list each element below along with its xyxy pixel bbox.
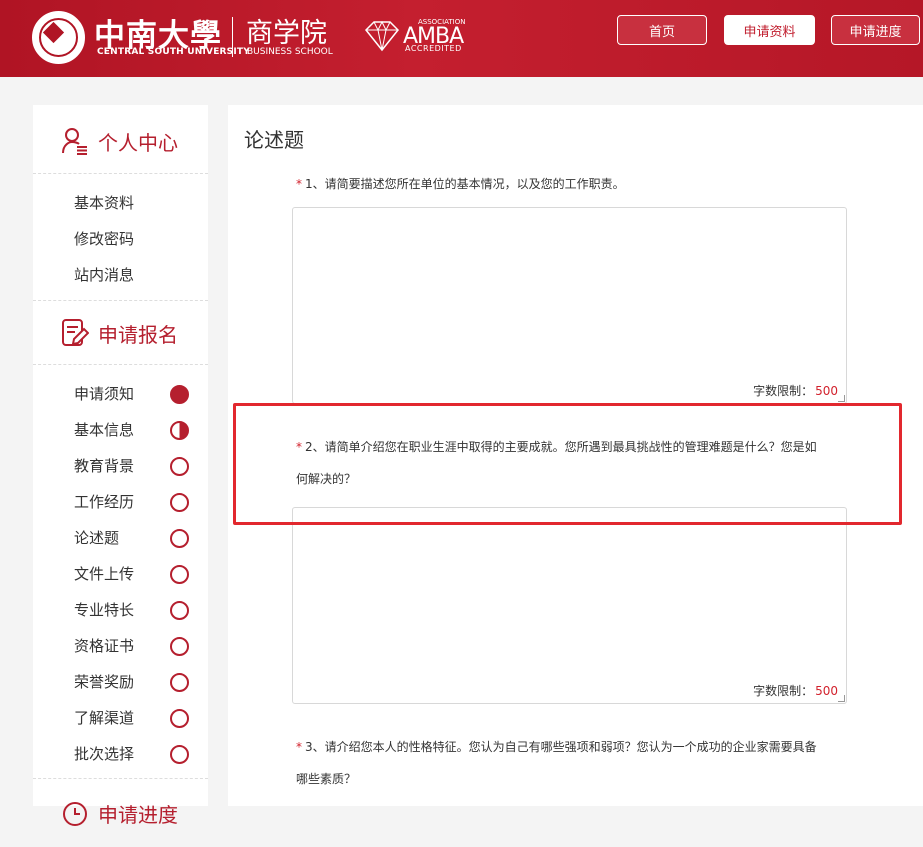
status-empty-icon	[170, 493, 189, 512]
status-empty-icon	[170, 565, 189, 584]
sidebar-item-specialty[interactable]: 专业特长	[74, 599, 134, 620]
university-seal-logo	[32, 11, 85, 64]
form-edit-icon	[62, 319, 89, 346]
nav-progress-button[interactable]: 申请进度	[831, 15, 920, 45]
required-mark: *	[296, 440, 302, 454]
sidebar-section-progress: 申请进度	[33, 779, 208, 847]
sidebar-item-application-notice[interactable]: 申请须知	[74, 383, 134, 404]
clock-progress-icon	[63, 802, 87, 826]
divider	[33, 173, 208, 174]
status-empty-icon	[170, 673, 189, 692]
resize-handle[interactable]	[838, 695, 845, 702]
nav-home-button[interactable]: 首页	[617, 15, 707, 45]
question-3-label: * 3、请介绍您本人的性格特征。您认为自己有哪些强项和弱项？您认为一个成功的企业家…	[296, 740, 817, 786]
sidebar-item-basic-profile[interactable]: 基本资料	[74, 192, 134, 213]
status-partial-icon	[170, 421, 189, 440]
sidebar-personal-title: 个人中心	[98, 130, 178, 155]
resize-handle[interactable]	[838, 395, 845, 402]
required-mark: *	[296, 177, 302, 191]
site-header: 中南大學 CENTRAL SOUTH UNIVERSITY 商学院 BUSINE…	[0, 0, 923, 77]
question-2-answer-box[interactable]: 字数限制： 500	[292, 507, 847, 704]
sidebar-apply-title: 申请报名	[98, 322, 178, 347]
sidebar-item-channels[interactable]: 了解渠道	[74, 707, 134, 728]
question-2-textarea[interactable]	[293, 508, 846, 703]
sidebar-item-essay[interactable]: 论述题	[74, 527, 119, 548]
school-name-en: BUSINESS SCHOOL	[247, 47, 333, 57]
status-empty-icon	[170, 637, 189, 656]
sidebar-item-honors[interactable]: 荣誉奖励	[74, 671, 134, 692]
question-1-label: * 1、请简要描述您所在单位的基本情况，以及您的工作职责。	[296, 177, 625, 191]
nav-apply-button[interactable]: 申请资料	[724, 15, 815, 45]
sidebar-item-file-upload[interactable]: 文件上传	[74, 563, 134, 584]
status-empty-icon	[170, 457, 189, 476]
status-empty-icon	[170, 709, 189, 728]
sidebar: 个人中心 基本资料 修改密码 站内消息 申请报名 申请须知 基本信息 教育背景 …	[33, 105, 208, 827]
sidebar-item-messages[interactable]: 站内消息	[74, 264, 134, 285]
sidebar-item-work-experience[interactable]: 工作经历	[74, 491, 134, 512]
amba-accredited-text: ACCREDITED	[405, 44, 462, 53]
sidebar-item-batch[interactable]: 批次选择	[74, 743, 134, 764]
university-name-en: CENTRAL SOUTH UNIVERSITY	[97, 47, 250, 57]
logo-divider	[232, 17, 233, 57]
page-title: 论述题	[244, 128, 304, 152]
sidebar-item-change-password[interactable]: 修改密码	[74, 228, 134, 249]
status-empty-icon	[170, 529, 189, 548]
sidebar-item-education[interactable]: 教育背景	[74, 455, 134, 476]
school-name-cn: 商学院	[246, 18, 327, 49]
sidebar-progress-title: 申请进度	[98, 802, 178, 827]
sidebar-section-personal: 个人中心	[33, 107, 208, 175]
question-1-textarea[interactable]	[293, 208, 846, 403]
question-2-label: * 2、请简单介绍您在职业生涯中取得的主要成就。您所遇到最具挑战性的管理难题是什么…	[296, 440, 817, 486]
word-limit: 字数限制： 500	[753, 684, 838, 698]
divider	[33, 364, 208, 365]
required-mark: *	[296, 740, 302, 754]
essay-panel: 论述题 * 1、请简要描述您所在单位的基本情况，以及您的工作职责。 字数限制： 50…	[228, 105, 923, 806]
amba-diamond-logo-icon	[364, 20, 400, 52]
sidebar-item-certificates[interactable]: 资格证书	[74, 635, 134, 656]
sidebar-section-apply: 申请报名	[33, 299, 208, 367]
question-1-answer-box[interactable]: 字数限制： 500	[292, 207, 847, 404]
status-complete-icon	[170, 385, 189, 404]
sidebar-item-basic-info[interactable]: 基本信息	[74, 419, 134, 440]
user-list-icon	[62, 128, 87, 155]
word-limit: 字数限制： 500	[753, 384, 838, 398]
status-empty-icon	[170, 745, 189, 764]
status-empty-icon	[170, 601, 189, 620]
